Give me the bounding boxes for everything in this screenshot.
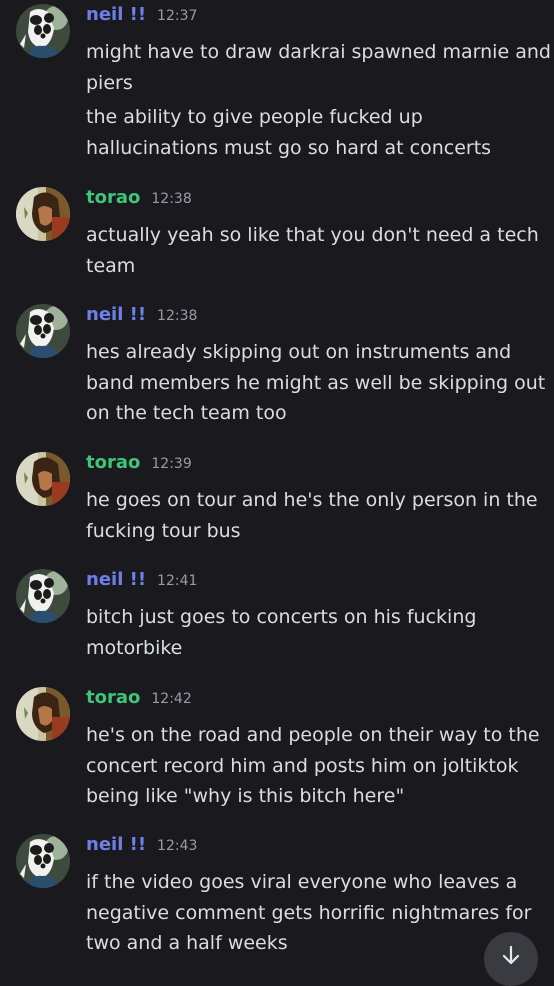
panda-avatar[interactable] xyxy=(16,4,70,58)
message-header: neil !! 12:38 xyxy=(86,304,197,330)
message-header: neil !! 12:41 xyxy=(86,569,197,595)
message-body: he's on the road and people on their way… xyxy=(86,720,540,812)
message-text-line: being like "why is this bitch here" xyxy=(86,785,405,808)
message-body: bitch just goes to concerts on his fucki… xyxy=(86,602,536,663)
message-body: actually yeah so like that you don't nee… xyxy=(86,220,539,281)
message-text-line: hes already skipping out on instruments … xyxy=(86,341,512,363)
timestamp: 12:38 xyxy=(151,191,192,207)
author-name[interactable]: torao xyxy=(86,687,140,708)
timestamp: 12:39 xyxy=(151,456,192,472)
message-header: torao 12:38 xyxy=(86,187,192,213)
person-avatar[interactable] xyxy=(16,687,70,741)
message-body: hes already skipping out on instruments … xyxy=(86,337,546,429)
timestamp: 12:41 xyxy=(157,573,198,589)
message-text-line: he goes on tour and he's the only person… xyxy=(86,489,538,511)
message-text-line: motorbike xyxy=(86,636,183,659)
author-name[interactable]: neil !! xyxy=(86,569,146,590)
message-text-line: he's on the road and people on their way… xyxy=(86,724,540,746)
message-text-line: actually yeah so like that you don't nee… xyxy=(86,224,539,246)
timestamp: 12:38 xyxy=(157,308,198,324)
message-body: he goes on tour and he's the only person… xyxy=(86,485,538,546)
timestamp: 12:37 xyxy=(157,8,198,24)
message-text-line: if the video goes viral everyone who lea… xyxy=(86,871,518,893)
message-text-line: two and a half weeks xyxy=(86,932,288,955)
message-body: if the video goes viral everyone who lea… xyxy=(86,867,536,959)
author-name[interactable]: torao xyxy=(86,452,140,473)
panda-avatar[interactable] xyxy=(16,304,70,358)
message-text-line: concert record him and posts him on jolt… xyxy=(86,754,519,777)
message-text-line: the ability to give people fucked up xyxy=(86,106,423,129)
author-name[interactable]: torao xyxy=(86,187,140,208)
message-text-line: might have to draw darkrai spawned marni… xyxy=(86,41,551,63)
message-text-line: team xyxy=(86,254,136,277)
jump-to-bottom-button[interactable] xyxy=(484,932,538,986)
person-avatar[interactable] xyxy=(16,187,70,241)
arrow-down-icon xyxy=(502,945,520,965)
message-body: might have to draw darkrai spawned marni… xyxy=(86,37,551,164)
message-text-line: hallucinations must go so hard at concer… xyxy=(86,137,492,160)
person-avatar[interactable] xyxy=(16,452,70,506)
panda-avatar[interactable] xyxy=(16,834,70,888)
author-name[interactable]: neil !! xyxy=(86,834,146,855)
timestamp: 12:43 xyxy=(157,838,198,854)
author-name[interactable]: neil !! xyxy=(86,304,146,325)
message-header: neil !! 12:43 xyxy=(86,834,197,860)
timestamp: 12:42 xyxy=(151,691,192,707)
message-header: torao 12:39 xyxy=(86,452,192,478)
message-header: torao 12:42 xyxy=(86,687,192,713)
message-text-line: band members he might as well be skippin… xyxy=(86,371,546,394)
author-name[interactable]: neil !! xyxy=(86,4,146,25)
message-text-line: bitch just goes to concerts on his fucki… xyxy=(86,606,477,628)
message-text-line: negative comment gets horrific nightmare… xyxy=(86,901,532,924)
message-text-line: fucking tour bus xyxy=(86,519,241,542)
message-text-line: piers xyxy=(86,71,133,94)
message-header: neil !! 12:37 xyxy=(86,4,197,30)
message-text-line: on the tech team too xyxy=(86,402,287,425)
panda-avatar[interactable] xyxy=(16,569,70,623)
